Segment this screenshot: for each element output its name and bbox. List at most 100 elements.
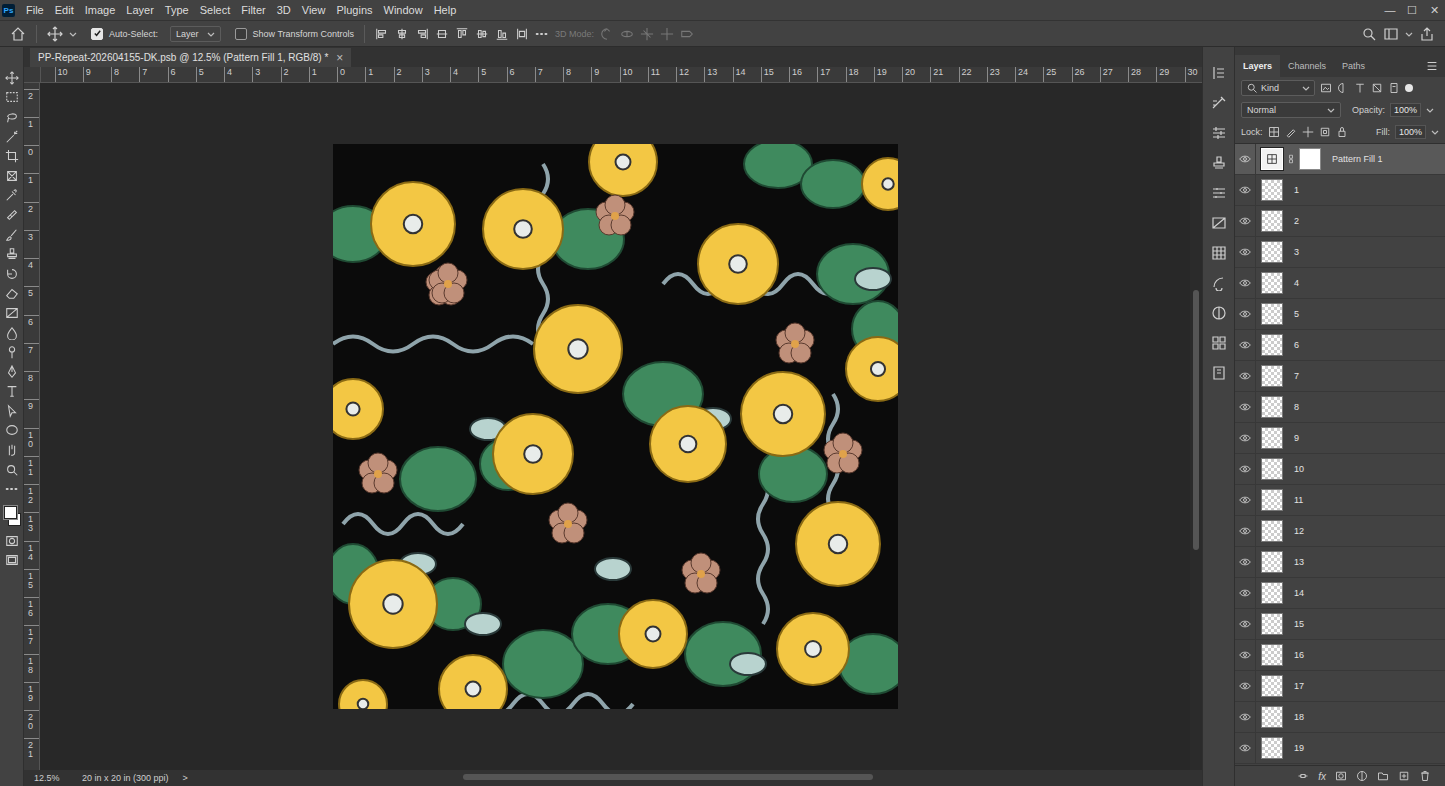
blend-mode-dropdown[interactable]: Normal (1241, 102, 1341, 118)
home-icon[interactable] (10, 26, 26, 42)
clone-source-panel-icon[interactable] (1204, 148, 1234, 178)
document-tab[interactable]: PP-Repeat-202604155-DK.psb @ 12.5% (Patt… (30, 48, 351, 67)
menu-item[interactable]: Window (379, 4, 429, 16)
panel-tab[interactable]: Paths (1334, 55, 1373, 77)
more-options-icon[interactable] (535, 27, 549, 41)
filter-icon[interactable] (1388, 82, 1400, 94)
healing-tool-icon[interactable] (0, 205, 24, 225)
layer-name[interactable]: 6 (1294, 340, 1299, 350)
eye-icon[interactable] (1239, 618, 1251, 630)
chevron-down-icon[interactable] (69, 30, 77, 38)
align-icon[interactable] (495, 27, 509, 41)
layer-thumbnail[interactable] (1261, 551, 1283, 573)
window-control[interactable]: — (1379, 4, 1401, 16)
layer-name[interactable]: 18 (1294, 712, 1304, 722)
layer-thumbnail[interactable] (1261, 365, 1283, 387)
3d-tool-icon[interactable] (680, 27, 694, 41)
layer-name[interactable]: 5 (1294, 309, 1299, 319)
align-icon[interactable] (395, 27, 409, 41)
adjustments-panel-icon[interactable] (1204, 118, 1234, 148)
3d-tool-icon[interactable] (600, 27, 614, 41)
new-group-icon[interactable] (1377, 770, 1389, 782)
blur-tool-icon[interactable] (0, 323, 24, 343)
eye-icon[interactable] (1239, 308, 1251, 320)
eye-icon[interactable] (1239, 525, 1251, 537)
filter-toggle[interactable] (1405, 84, 1413, 92)
brush-tool-icon[interactable] (0, 225, 24, 245)
chevron-down-icon[interactable] (1426, 106, 1434, 114)
layer-name[interactable]: 1 (1294, 185, 1299, 195)
eye-icon[interactable] (1239, 680, 1251, 692)
layer-name[interactable]: 14 (1294, 588, 1304, 598)
layer-thumbnail[interactable] (1261, 458, 1283, 480)
eye-icon[interactable] (1239, 215, 1251, 227)
layer-name[interactable]: 13 (1294, 557, 1304, 567)
window-control[interactable]: ✕ (1423, 4, 1445, 17)
panel-tab[interactable]: Channels (1280, 55, 1334, 77)
align-icon[interactable] (455, 27, 469, 41)
3d-tool-icon[interactable] (660, 27, 674, 41)
zoom-tool-icon[interactable] (0, 460, 24, 480)
properties-panel-icon[interactable] (1204, 178, 1234, 208)
show-transform-checkbox[interactable] (235, 28, 247, 40)
more-tools-tool-icon[interactable] (0, 479, 24, 499)
filter-icon[interactable] (1320, 82, 1332, 94)
layer-row[interactable]: 18 (1235, 702, 1445, 733)
lasso-tool-icon[interactable] (0, 107, 24, 127)
layer-name[interactable]: 7 (1294, 371, 1299, 381)
layer-name[interactable]: 16 (1294, 650, 1304, 660)
eyedropper-tool-icon[interactable] (0, 186, 24, 206)
photoshop-logo[interactable]: Ps (2, 4, 15, 17)
align-icon[interactable] (515, 27, 529, 41)
stamp-tool-icon[interactable] (0, 244, 24, 264)
layer-thumbnail[interactable] (1261, 210, 1283, 232)
filter-kind-dropdown[interactable]: Kind (1241, 80, 1315, 96)
ruler-origin[interactable] (24, 67, 41, 82)
workspace-icon[interactable] (1383, 26, 1399, 42)
eye-icon[interactable] (1239, 587, 1251, 599)
screen-mode-icon[interactable] (0, 551, 24, 571)
layer-row[interactable]: 12 (1235, 516, 1445, 547)
eye-icon[interactable] (1239, 742, 1251, 754)
filter-icon[interactable] (1337, 82, 1349, 94)
link-layers-icon[interactable] (1297, 770, 1309, 782)
eye-icon[interactable] (1239, 184, 1251, 196)
layer-name[interactable]: 15 (1294, 619, 1304, 629)
fill-field[interactable]: 100% (1395, 125, 1426, 139)
layer-row[interactable]: 8 (1235, 392, 1445, 423)
search-icon[interactable] (1361, 26, 1377, 42)
zoom-level[interactable]: 12.5% (24, 773, 80, 783)
eye-icon[interactable] (1239, 494, 1251, 506)
align-icon[interactable] (415, 27, 429, 41)
layer-row[interactable]: 16 (1235, 640, 1445, 671)
menu-item[interactable]: File (21, 4, 50, 16)
eye-icon[interactable] (1239, 463, 1251, 475)
3d-tool-icon[interactable] (620, 27, 634, 41)
crop-tool-icon[interactable] (0, 146, 24, 166)
eye-icon[interactable] (1239, 370, 1251, 382)
layer-row[interactable]: 10 (1235, 454, 1445, 485)
eye-icon[interactable] (1239, 401, 1251, 413)
layer-thumbnail[interactable] (1261, 644, 1283, 666)
status-menu-arrow[interactable]: > (183, 773, 203, 783)
layer-thumbnail[interactable] (1261, 303, 1283, 325)
magic-wand-tool-icon[interactable] (0, 127, 24, 147)
vertical-scrollbar[interactable] (1190, 83, 1202, 770)
path-select-tool-icon[interactable] (0, 401, 24, 421)
eye-icon[interactable] (1239, 432, 1251, 444)
eye-icon[interactable] (1239, 153, 1251, 165)
layer-thumbnail[interactable] (1261, 613, 1283, 635)
eye-icon[interactable] (1239, 649, 1251, 661)
layer-style-button[interactable]: fx (1318, 771, 1326, 782)
marquee-tool-icon[interactable] (0, 88, 24, 108)
color-swatches[interactable] (2, 505, 22, 527)
lock-icon[interactable] (1302, 126, 1314, 138)
layer-name[interactable]: 9 (1294, 433, 1299, 443)
layer-thumbnail[interactable] (1261, 241, 1283, 263)
layer-thumbnail[interactable] (1261, 272, 1283, 294)
new-layer-icon[interactable] (1398, 770, 1410, 782)
foreground-color-swatch[interactable] (4, 506, 17, 519)
layer-row[interactable]: 7 (1235, 361, 1445, 392)
layer-row[interactable]: 9 (1235, 423, 1445, 454)
layer-name[interactable]: 11 (1294, 495, 1303, 505)
